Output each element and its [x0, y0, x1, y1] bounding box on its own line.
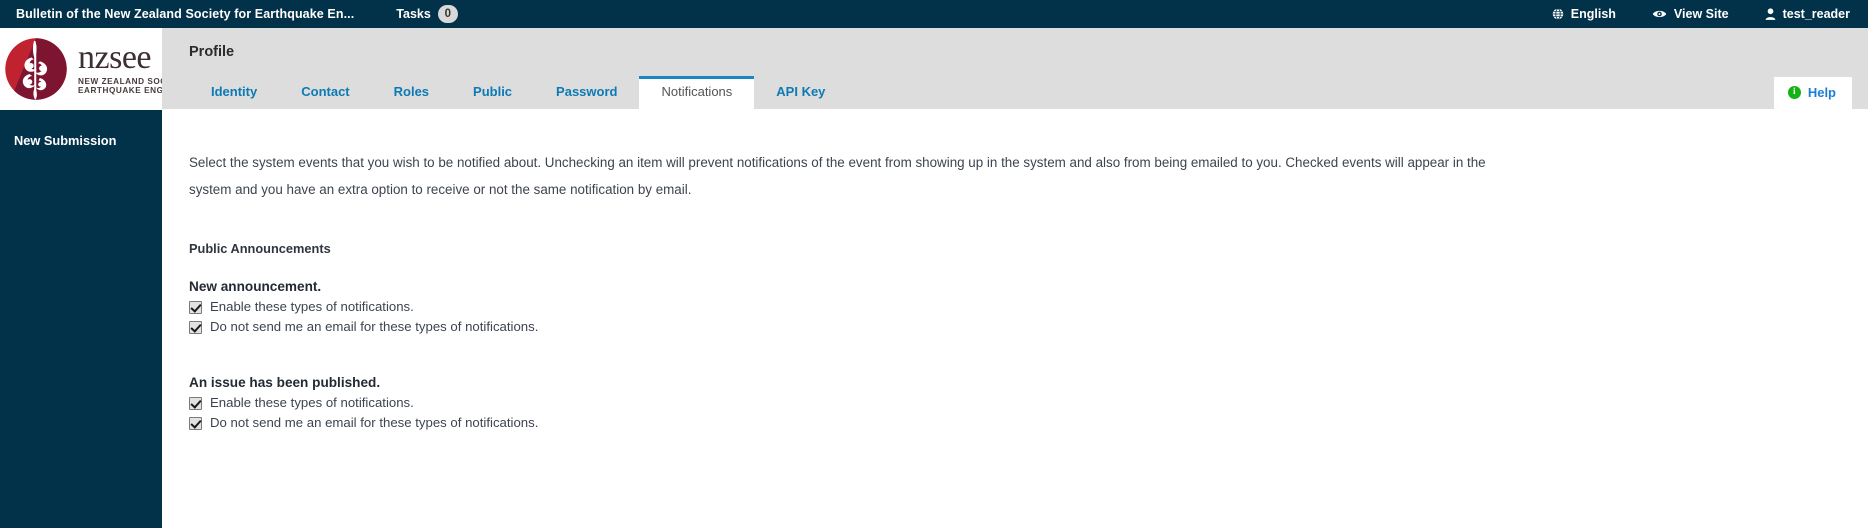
site-brand-title: Bulletin of the New Zealand Society for …	[16, 7, 355, 21]
notifications-intro-text: Select the system events that you wish t…	[189, 155, 1486, 197]
info-icon: i	[1787, 86, 1801, 99]
section-heading-public-announcements: Public Announcements	[189, 241, 331, 256]
language-menu[interactable]: English	[1552, 7, 1616, 21]
help-button[interactable]: i Help	[1773, 77, 1852, 109]
logo-subline-1: NEW ZEALAND SOCIETY FOR	[78, 76, 162, 86]
top-navigation-bar: Bulletin of the New Zealand Society for …	[0, 0, 1868, 28]
view-site-link[interactable]: View Site	[1652, 7, 1729, 21]
user-name-label: test_reader	[1782, 7, 1850, 21]
sidebar-item-label: New Submission	[14, 133, 117, 148]
tasks-label: Tasks	[396, 7, 431, 21]
sidebar: nzsee NEW ZEALAND SOCIETY FOR EARTHQUAKE…	[0, 28, 162, 528]
globe-icon	[1552, 8, 1564, 20]
checkbox-label: Enable these types of notifications.	[210, 299, 414, 314]
help-label: Help	[1807, 85, 1836, 100]
checkbox-label: Enable these types of notifications.	[210, 395, 414, 410]
logo-wordmark: nzsee	[78, 38, 152, 76]
logo-text-block: nzsee NEW ZEALAND SOCIETY FOR EARTHQUAKE…	[78, 38, 162, 96]
site-logo-panel[interactable]: nzsee NEW ZEALAND SOCIETY FOR EARTHQUAKE…	[0, 28, 162, 110]
checkbox-enable-issue-published[interactable]: Enable these types of notifications.	[189, 395, 1841, 411]
checkbox-box-icon[interactable]	[189, 416, 202, 430]
user-menu[interactable]: test_reader	[1765, 7, 1850, 21]
site-logo: nzsee NEW ZEALAND SOCIETY FOR EARTHQUAKE…	[2, 30, 162, 108]
page-header: Profile	[162, 28, 1868, 76]
main-region: Profile Identity Contact Roles Public Pa…	[162, 28, 1868, 528]
checkbox-box-icon[interactable]	[189, 320, 202, 334]
event-group: An issue has been published. Enable thes…	[189, 375, 1841, 431]
checkbox-label: Do not send me an email for these types …	[210, 415, 539, 430]
checkbox-box-icon[interactable]	[189, 396, 202, 410]
user-icon	[1765, 8, 1776, 20]
event-title: New announcement.	[189, 279, 322, 294]
tab-label: Public	[473, 84, 513, 99]
tab-label: Identity	[211, 84, 258, 99]
tab-public[interactable]: Public	[451, 76, 534, 109]
checkbox-enable-new-announcement[interactable]: Enable these types of notifications.	[189, 299, 1841, 315]
nzsee-koru-logo-icon	[5, 38, 67, 100]
logo-subline-2: EARTHQUAKE ENGINEERING	[78, 86, 162, 95]
tab-label: Roles	[393, 84, 430, 99]
topbar-right-group: English View Site test_reader	[1552, 7, 1850, 21]
tab-notifications[interactable]: Notifications	[639, 76, 755, 109]
event-title: An issue has been published.	[189, 375, 381, 390]
checkbox-no-email-new-announcement[interactable]: Do not send me an email for these types …	[189, 319, 1841, 335]
tasks-button[interactable]: Tasks 0	[396, 5, 458, 23]
tab-identity[interactable]: Identity	[189, 76, 279, 109]
checkbox-box-icon[interactable]	[189, 300, 202, 314]
tasks-count-badge: 0	[437, 5, 458, 23]
sidebar-item-new-submission[interactable]: New Submission	[0, 129, 162, 152]
tab-label: API Key	[776, 84, 826, 99]
language-label: English	[1570, 7, 1616, 21]
tab-api-key[interactable]: API Key	[754, 76, 847, 109]
tab-password[interactable]: Password	[534, 76, 639, 109]
tab-contact[interactable]: Contact	[279, 76, 371, 109]
eye-icon	[1652, 8, 1667, 20]
tab-label: Contact	[301, 84, 350, 99]
page-title: Profile	[189, 44, 235, 60]
event-group: New announcement. Enable these types of …	[189, 279, 1841, 335]
checkbox-label: Do not send me an email for these types …	[210, 319, 539, 334]
checkbox-no-email-issue-published[interactable]: Do not send me an email for these types …	[189, 415, 1841, 431]
view-site-label: View Site	[1673, 7, 1729, 21]
tab-label: Notifications	[661, 84, 733, 99]
tab-label: Password	[556, 84, 618, 99]
profile-tab-bar: Identity Contact Roles Public Password N…	[162, 76, 1868, 109]
tab-roles[interactable]: Roles	[372, 76, 451, 109]
notifications-panel: Select the system events that you wish t…	[162, 109, 1868, 528]
